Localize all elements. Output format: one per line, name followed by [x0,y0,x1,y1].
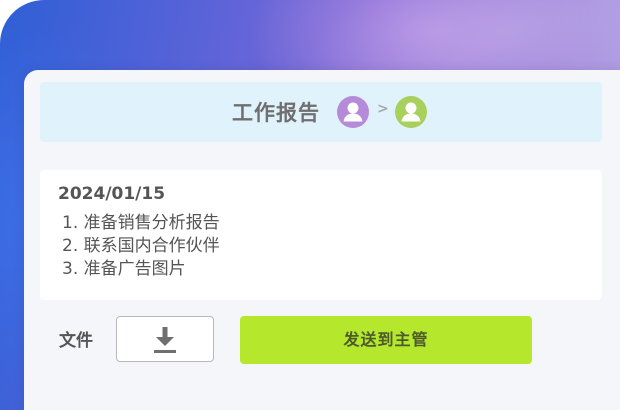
user-icon [401,102,421,122]
file-label: 文件 [59,331,93,351]
user-icon [343,102,363,122]
list-item: 2. 联系国内合作伙伴 [62,236,220,256]
report-date: 2024/01/15 [58,184,166,204]
page-title: 工作报告 [232,101,320,125]
report-card: 工作报告 > 2024/01/15 1. 准备销售分析报告 2. 联系国内合作伙… [24,70,620,410]
report-header: 工作报告 > [40,82,602,142]
list-item: 1. 准备销售分析报告 [62,213,220,233]
sender-avatar[interactable] [337,96,369,128]
receiver-avatar[interactable] [395,96,427,128]
task-list: 1. 准备销售分析报告 2. 联系国内合作伙伴 3. 准备广告图片 [62,212,220,281]
flow-arrow: > [377,101,389,117]
download-button[interactable] [116,316,214,362]
list-item: 3. 准备广告图片 [62,259,186,279]
report-note[interactable]: 2024/01/15 1. 准备销售分析报告 2. 联系国内合作伙伴 3. 准备… [40,170,602,300]
send-to-supervisor-button[interactable]: 发送到主管 [240,316,532,364]
download-icon [154,327,176,353]
